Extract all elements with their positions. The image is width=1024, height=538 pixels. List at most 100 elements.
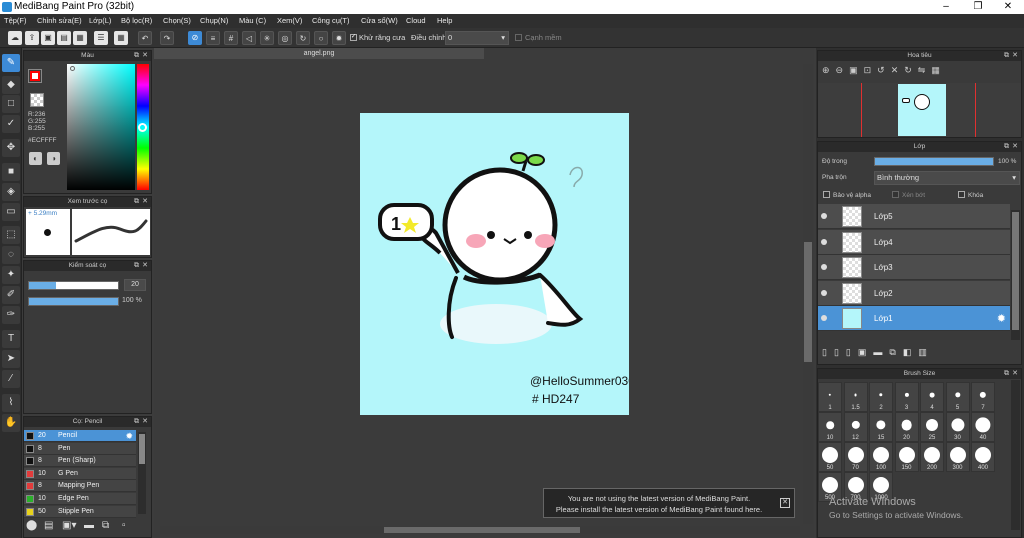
layer-row[interactable]: Lớp4 [818,229,1010,255]
layer-scrollbar[interactable] [1011,210,1020,340]
scrollbar-thumb[interactable] [139,434,145,464]
layer-folder-icon[interactable]: ▬ [873,347,889,357]
merge-layer-icon[interactable]: ◧ [903,347,919,357]
canvas-horizontal-scrollbar[interactable] [160,526,800,534]
eraser-tool-icon[interactable]: ◆ [2,76,20,94]
brush-size-value[interactable]: 20 [124,279,146,291]
rotate-left-icon[interactable]: ↺ [877,65,891,75]
delete-brush-icon[interactable]: ▫ [122,520,126,531]
transparent-swatch[interactable] [30,93,44,107]
pin-icon[interactable]: ⧉ [134,51,139,61]
select-eraser-icon[interactable]: ✑ [2,306,20,324]
blend-mode-select[interactable]: Bình thường ▾ [874,171,1020,185]
brush-list-item[interactable]: 8 Mapping Pen [24,480,136,493]
cloud-icon[interactable]: ☁ [8,31,22,45]
scrollbar-thumb[interactable] [384,527,580,533]
brush-size-cell[interactable]: 3 [894,382,919,412]
brush-list-item[interactable]: 50 Stipple Pen [24,505,136,518]
menu-filter[interactable]: Bộ lọc(R) [121,14,152,28]
update-notice[interactable]: You are not using the latest version of … [543,488,795,518]
menu-window[interactable]: Cửa sổ(W) [361,14,398,28]
document-tab[interactable]: angel.png [154,48,484,59]
brush-size-scrollbar[interactable] [1011,380,1020,530]
menu-edit[interactable]: Chỉnh sửa(E) [37,14,82,28]
parallel-snap-icon[interactable]: ≡ [206,31,220,45]
navigator-settings-icon[interactable]: ▦ [931,65,946,75]
layer-row[interactable]: Lớp1 ✹ [818,306,1010,332]
menu-tools[interactable]: Công cụ(T) [312,14,350,28]
comment-icon[interactable]: ▤ [57,31,71,45]
fit-icon[interactable]: ▣ [849,65,864,75]
eyedropper-icon[interactable]: ⌇ [2,394,20,412]
menu-layer[interactable]: Lớp(L) [89,14,111,28]
brush-menu-icon[interactable]: ▣▾ [62,520,76,531]
brush-list-item[interactable]: 20 Pencil ✹ [24,430,136,442]
settings-icon[interactable]: ✹ [332,31,346,45]
brush-size-cell[interactable]: 20 [894,412,919,442]
delete-layer-icon[interactable]: ▥ [918,347,934,357]
canvas-vertical-scrollbar[interactable] [803,64,813,524]
eye-icon[interactable] [821,213,827,219]
grid-icon[interactable]: ▦ [114,31,128,45]
close-icon[interactable]: ✕ [142,261,148,271]
rotate-right-icon[interactable]: ↻ [904,65,918,75]
cross-snap-icon[interactable]: # [224,31,238,45]
menu-capture[interactable]: Chụp(N) [200,14,228,28]
layer-row[interactable]: Lớp5 [818,204,1010,229]
pin-icon[interactable]: ⧉ [1004,142,1009,152]
brush-size-cell[interactable]: 50 [818,442,842,472]
gear-icon[interactable]: ✹ [125,430,133,442]
hue-slider-handle[interactable] [138,123,147,132]
text-tool-icon[interactable]: T [2,330,20,348]
circle-snap-icon[interactable]: ◎ [278,31,292,45]
layer-row[interactable]: Lớp2 [818,280,1010,306]
brush-size-cell[interactable]: 150 [894,442,919,472]
select-tool-icon[interactable]: ⬚ [2,226,20,244]
pin-icon[interactable]: ⧉ [134,417,139,427]
new-layer-8bit-icon[interactable]: ▯ [834,347,846,357]
duplicate-icon[interactable]: ⧉ [102,520,109,531]
close-icon[interactable]: ✕ [1012,369,1018,379]
actual-size-icon[interactable]: ⊡ [864,65,878,75]
menu-color[interactable]: Màu (C) [239,14,266,28]
hue-slider[interactable] [137,64,149,190]
ellipse-snap-icon[interactable]: ○ [314,31,328,45]
list-icon[interactable]: ☰ [94,31,108,45]
fill-rect-icon[interactable]: ■ [2,163,20,181]
menu-file[interactable]: Tệp(F) [4,14,27,28]
clipping-checkbox[interactable] [892,191,899,198]
sv-picker-handle[interactable] [70,66,75,71]
redo-icon[interactable]: ↷ [160,31,174,45]
undo-icon[interactable]: ↶ [138,31,152,45]
flip-icon[interactable]: ⇋ [918,65,932,75]
no-snap-icon[interactable]: ⊘ [188,31,202,45]
menu-cloud[interactable]: Cloud [406,14,426,28]
eye-icon[interactable] [821,289,827,296]
brush-size-cell[interactable]: 30 [945,412,970,442]
brush-size-cell[interactable]: 12 [843,412,868,442]
brush-size-cell[interactable]: 1.5 [843,382,868,412]
brush-size-cell[interactable]: 5 [945,382,970,412]
menu-view[interactable]: Xem(V) [277,14,302,28]
canvas-document[interactable]: 1 @HelloSummer0304 # HD247 [360,113,642,415]
brush-size-cell[interactable]: 70 [843,442,868,472]
curve-snap-icon[interactable]: ↻ [296,31,310,45]
brush-list-item[interactable]: 10 Edge Pen [24,493,136,505]
brush-size-cell[interactable]: 15 [869,412,893,442]
brush-list-scrollbar[interactable] [138,432,146,514]
edge-checkbox[interactable] [515,34,522,41]
new-file-icon[interactable]: ▣ [41,31,55,45]
foreground-color-swatch[interactable] [28,69,42,83]
brush-size-cell[interactable]: 7 [971,382,995,412]
folder-icon[interactable]: ▬ [84,520,94,531]
saturation-value-picker[interactable] [67,64,135,190]
maximize-button[interactable]: ❐ [964,0,992,14]
copy-brush-icon[interactable]: ▤ [44,520,53,531]
vanish-snap-icon[interactable]: ◁ [242,31,256,45]
lasso-tool-icon[interactable]: ◌ [2,246,20,264]
new-layer-1bit-icon[interactable]: ▯ [846,347,858,357]
pin-icon[interactable]: ⧉ [1004,51,1009,61]
magic-wand-icon[interactable]: ✦ [2,266,20,284]
bucket-tool-icon[interactable]: ◈ [2,183,20,201]
scrollbar-thumb[interactable] [804,242,812,362]
